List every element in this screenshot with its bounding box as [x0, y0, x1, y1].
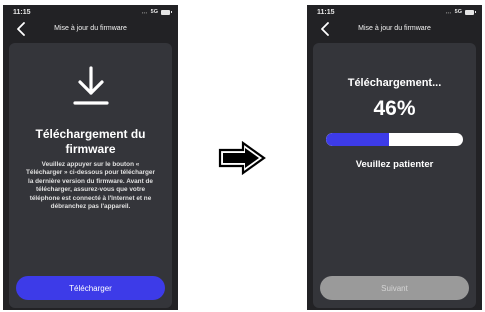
progress-subtitle: Veuillez patienter — [355, 159, 434, 170]
progress-title: Téléchargement... — [347, 77, 442, 89]
progress-percent: 46% — [373, 97, 416, 120]
next-button[interactable]: Suivant — [320, 276, 469, 300]
phone-screen-download: 11:15 ▪▪▪ 5G Mise à jour du firmware Tél… — [3, 5, 178, 310]
status-time: 11:15 — [13, 9, 31, 16]
signal-icon: ▪▪▪ — [445, 9, 452, 15]
nav-bar: Mise à jour du firmware — [307, 19, 482, 39]
phone-screen-progress: 11:15 ▪▪▪ 5G Mise à jour du firmware Tél… — [307, 5, 482, 310]
progress-bar-fill — [326, 133, 390, 146]
signal-icon: ▪▪▪ — [141, 9, 148, 15]
progress-bar — [326, 133, 463, 146]
status-time: 11:15 — [317, 9, 335, 16]
right-arrow-icon — [218, 141, 266, 175]
battery-icon — [161, 9, 172, 15]
status-bar: 11:15 ▪▪▪ 5G — [307, 5, 482, 19]
nav-title: Mise à jour du firmware — [358, 25, 431, 32]
download-icon — [72, 66, 109, 105]
network-type: 5G — [150, 9, 158, 15]
network-type: 5G — [454, 9, 462, 15]
status-indicators: ▪▪▪ 5G — [141, 9, 172, 15]
content-card: Téléchargement du firmware Veuillez appu… — [9, 43, 172, 308]
status-indicators: ▪▪▪ 5G — [445, 9, 476, 15]
nav-bar: Mise à jour du firmware — [3, 19, 178, 39]
card-title: Téléchargement du firmware — [35, 127, 146, 156]
download-button[interactable]: Télécharger — [16, 276, 165, 300]
nav-title: Mise à jour du firmware — [54, 25, 127, 32]
content-card: Téléchargement... 46% Veuillez patienter… — [313, 43, 476, 308]
status-bar: 11:15 ▪▪▪ 5G — [3, 5, 178, 19]
battery-icon — [465, 9, 476, 15]
card-description: Veuillez appuyer sur le bouton « Télécha… — [26, 161, 155, 211]
